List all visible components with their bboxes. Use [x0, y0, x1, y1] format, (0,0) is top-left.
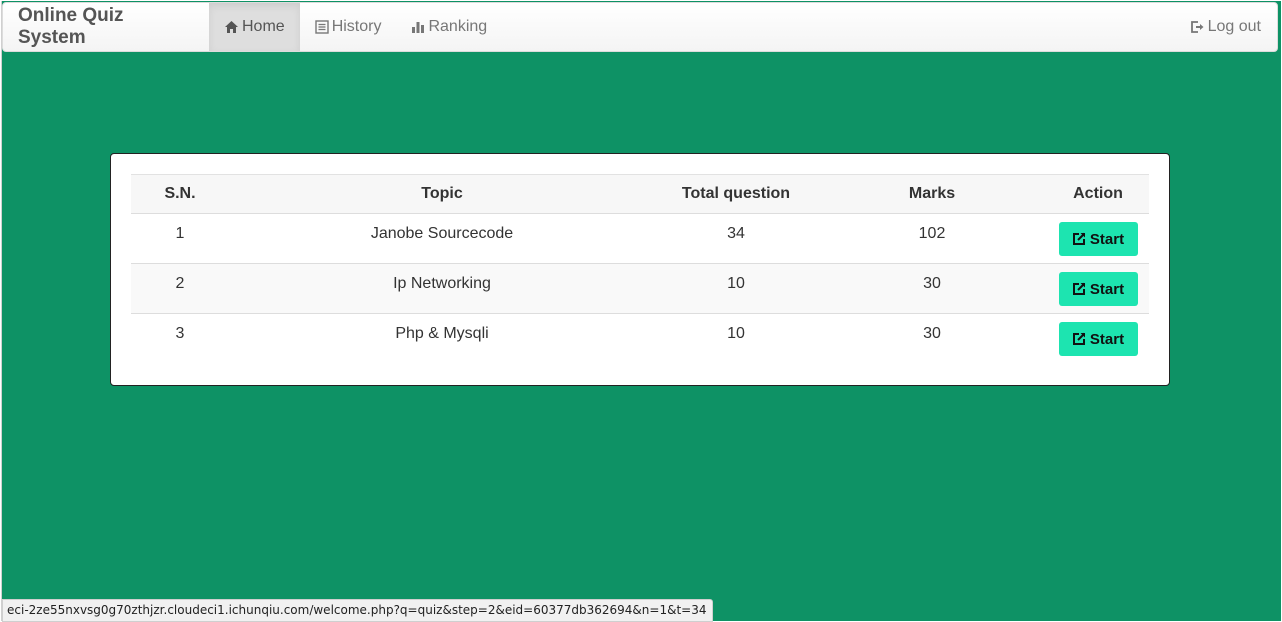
nav-home[interactable]: Home: [209, 3, 300, 51]
logout-link[interactable]: Log out: [1175, 3, 1277, 51]
nav-home-label: Home: [242, 18, 285, 35]
cell-total-question: 34: [655, 213, 817, 264]
nav-ranking-label: Ranking: [428, 18, 488, 35]
table-row: 1 Janobe Sourcecode 34 102 Start: [131, 213, 1149, 264]
start-button[interactable]: Start: [1058, 272, 1138, 306]
cell-marks: 30: [923, 325, 941, 342]
cell-topic: Janobe Sourcecode: [229, 213, 655, 264]
header-topic: Topic: [229, 174, 655, 214]
header-action: Action: [1047, 174, 1149, 214]
cell-action: Start: [1047, 263, 1149, 314]
start-button[interactable]: Start: [1058, 222, 1138, 256]
cell-marks: 102: [817, 213, 1047, 264]
navbar: Online Quiz System Home History Ranking …: [2, 2, 1278, 52]
cell-sn: 3: [175, 325, 185, 342]
cell-sn: 2: [131, 263, 229, 314]
cell-total-question: 10: [655, 263, 817, 314]
nav-ranking[interactable]: Ranking: [396, 3, 502, 51]
cell-total-question: 10: [727, 325, 745, 342]
home-icon: [224, 20, 239, 34]
start-button-label: Start: [1089, 230, 1125, 248]
start-button-label: Start: [1089, 330, 1125, 348]
nav-history-label: History: [331, 18, 382, 35]
brand-title[interactable]: Online Quiz System: [3, 3, 209, 51]
logout-label: Log out: [1207, 18, 1261, 35]
cell-action: Start: [1047, 314, 1149, 364]
start-button[interactable]: Start: [1058, 322, 1138, 356]
cell-sn: 1: [131, 213, 229, 264]
cell-marks: 30: [817, 263, 1047, 314]
cell-topic: Php & Mysqli: [395, 325, 489, 342]
header-total-question: Total question: [655, 174, 817, 214]
table-row: 3 Php & Mysqli 10 30 Start: [131, 314, 1149, 364]
cell-topic: Ip Networking: [229, 263, 655, 314]
external-link-icon: [1072, 282, 1086, 296]
list-icon: [314, 20, 329, 34]
external-link-icon: [1072, 232, 1086, 246]
cell-action: Start: [1047, 213, 1149, 264]
nav-history[interactable]: History: [300, 3, 397, 51]
start-button-label: Start: [1089, 280, 1125, 298]
quiz-panel: S.N. Topic Total question Marks Action 1…: [110, 153, 1170, 386]
table-row: 2 Ip Networking 10 30 Start: [131, 263, 1149, 314]
table-header-row: S.N. Topic Total question Marks Action: [131, 174, 1149, 214]
header-marks: Marks: [817, 174, 1047, 214]
status-bar-url: eci-2ze55nxvsg0g70zthjzr.cloudeci1.ichun…: [2, 599, 714, 622]
bar-chart-icon: [411, 20, 425, 34]
external-link-icon: [1072, 332, 1086, 346]
quiz-table: S.N. Topic Total question Marks Action 1…: [131, 174, 1149, 364]
logout-icon: [1190, 20, 1205, 34]
header-sn: S.N.: [131, 174, 229, 214]
